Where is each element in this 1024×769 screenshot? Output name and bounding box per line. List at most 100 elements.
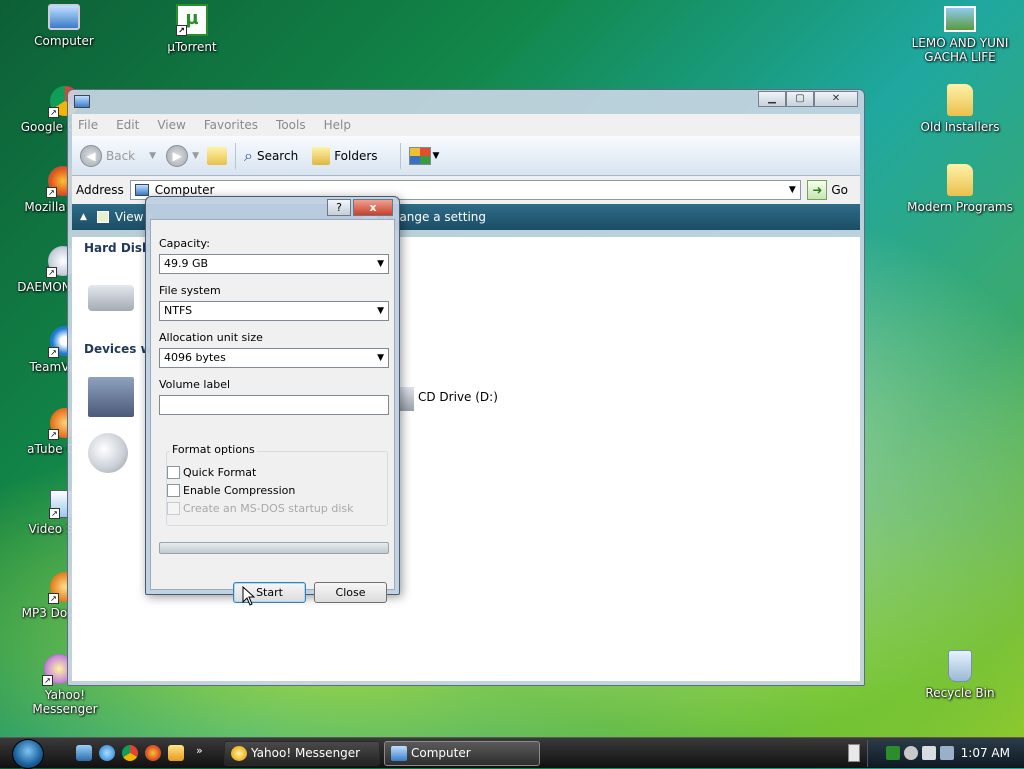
forward-arrow-icon[interactable]: ▶: [166, 144, 189, 167]
menu-tools[interactable]: Tools: [276, 118, 306, 132]
floppy-drive-icon[interactable]: [88, 377, 134, 417]
quick-format-checkbox[interactable]: [167, 466, 180, 479]
search-icon: ⌕: [243, 145, 253, 165]
clock[interactable]: 1:07 AM: [961, 746, 1010, 760]
capacity-select[interactable]: 49.9 GB ▼: [159, 254, 389, 274]
show-desktop-icon[interactable]: [76, 745, 92, 761]
view-info-icon: [96, 211, 109, 223]
folder-icon: [947, 84, 973, 116]
enable-compression-checkbox[interactable]: [167, 484, 180, 497]
address-label: Address: [76, 183, 124, 197]
desktop-icon-recycle-bin[interactable]: Recycle Bin: [912, 650, 1008, 700]
menu-favorites[interactable]: Favorites: [204, 118, 258, 132]
file-system-select[interactable]: NTFS ▼: [159, 301, 389, 321]
firefox-icon[interactable]: [145, 745, 161, 761]
capacity-value: 49.9 GB: [164, 257, 209, 270]
desktop-icon-utorrent[interactable]: µ ↗ µTorrent: [144, 4, 240, 54]
go-arrow-icon[interactable]: ➜: [807, 180, 828, 200]
menu-view[interactable]: View: [157, 118, 185, 132]
format-dialog: ? x Capacity: 49.9 GB ▼ File system NTFS…: [145, 196, 400, 603]
dialog-close-x-button[interactable]: x: [353, 199, 393, 216]
shortcut-arrow-icon: ↗: [42, 675, 53, 686]
taskbar: » Yahoo! Messenger Computer 1:07 AM: [0, 737, 1024, 769]
allocation-unit-label: Allocation unit size: [159, 331, 263, 344]
explorer-toolbar: ◀ Back ▼ ▶ ▼ ⌕ Search Folders ▼: [72, 136, 860, 176]
allocation-unit-select[interactable]: 4096 bytes ▼: [159, 348, 389, 368]
shortcut-arrow-icon: ↗: [48, 107, 59, 118]
chevron-down-icon: ▼: [377, 353, 384, 363]
mouse-pointer-icon: [242, 586, 256, 606]
computer-icon: [48, 4, 80, 30]
utorrent-icon: µ ↗: [176, 4, 208, 36]
menu-help[interactable]: Help: [324, 118, 351, 132]
utorrent-tray-icon[interactable]: [886, 746, 900, 760]
collapse-arrow-icon[interactable]: ▲: [80, 212, 87, 222]
quick-format-option[interactable]: Quick Format: [167, 466, 256, 479]
taskbar-item-label: Computer: [411, 746, 471, 760]
go-button[interactable]: Go: [831, 183, 848, 197]
image-file-icon: [944, 6, 976, 32]
file-system-label: File system: [159, 284, 221, 297]
enable-compression-option[interactable]: Enable Compression: [167, 484, 295, 497]
menu-file[interactable]: File: [78, 118, 98, 132]
chevron-down-icon[interactable]: ▼: [433, 151, 440, 161]
cd-drive-icon[interactable]: [400, 387, 414, 411]
address-value: Computer: [154, 183, 215, 197]
taskbar-item-yahoo-messenger[interactable]: Yahoo! Messenger: [224, 741, 380, 766]
chevron-down-icon[interactable]: ▼: [149, 151, 156, 161]
msdos-startup-option: Create an MS-DOS startup disk: [167, 502, 354, 515]
network-icon[interactable]: [940, 746, 954, 760]
chevron-down-icon: ▼: [377, 259, 384, 269]
chevron-down-icon[interactable]: ▼: [192, 151, 199, 161]
chrome-icon[interactable]: [122, 745, 138, 761]
hard-disk-icon[interactable]: [88, 285, 134, 311]
quick-launch-overflow-icon[interactable]: »: [196, 744, 203, 757]
shortcut-arrow-icon: ↗: [49, 508, 60, 519]
shortcut-arrow-icon: ↗: [46, 187, 57, 198]
shortcut-arrow-icon: ↗: [48, 347, 59, 358]
computer-icon: [74, 95, 90, 108]
desktop-icon-modern-programs[interactable]: Modern Programs: [902, 164, 1018, 214]
format-options-group: Format options Quick Format Enable Compr…: [166, 443, 388, 526]
cd-drive-label[interactable]: CD Drive (D:): [418, 390, 498, 404]
address-dropdown-icon[interactable]: ▼: [784, 181, 800, 199]
volume-icon[interactable]: [922, 746, 936, 760]
help-button[interactable]: ?: [327, 199, 351, 216]
desktop-icon-lemo-gacha[interactable]: LEMO AND YUNI GACHA LIFE: [904, 6, 1016, 64]
msdos-startup-checkbox: [167, 502, 180, 515]
up-folder-icon[interactable]: [206, 146, 227, 165]
start-button[interactable]: [12, 739, 44, 769]
search-button[interactable]: Search: [257, 149, 298, 163]
back-button[interactable]: Back: [106, 149, 135, 163]
computer-icon: [391, 746, 407, 761]
toolbar-separator: [234, 142, 236, 169]
desktop-icon-old-installers[interactable]: Old Installers: [912, 84, 1008, 134]
close-button[interactable]: Close: [314, 582, 387, 603]
yahoo-tray-icon[interactable]: [904, 746, 918, 760]
volume-label-input[interactable]: [159, 395, 389, 415]
folders-button[interactable]: Folders: [334, 149, 377, 163]
quick-format-label: Quick Format: [183, 466, 257, 479]
enable-compression-label: Enable Compression: [183, 484, 296, 497]
yahoo-messenger-icon: [231, 746, 247, 761]
msdos-startup-label: Create an MS-DOS startup disk: [183, 502, 354, 515]
minimize-button[interactable]: ▁: [758, 91, 786, 107]
internet-explorer-icon[interactable]: [99, 745, 115, 761]
toolbar-separator: [399, 142, 401, 169]
allocation-unit-value: 4096 bytes: [164, 351, 226, 364]
menu-edit[interactable]: Edit: [116, 118, 139, 132]
format-progress-bar: [159, 542, 389, 554]
chevron-down-icon: ▼: [377, 306, 384, 316]
dvd-drive-icon[interactable]: [88, 433, 128, 473]
maximize-button[interactable]: ▢: [786, 91, 814, 107]
language-bar-icon[interactable]: [848, 744, 860, 762]
back-arrow-icon[interactable]: ◀: [80, 144, 102, 167]
window-close-button[interactable]: ✕: [814, 91, 858, 107]
taskbar-item-computer[interactable]: Computer: [384, 741, 540, 766]
shortcut-arrow-icon: ↗: [176, 25, 187, 36]
desktop-icon-computer[interactable]: Computer: [16, 4, 112, 48]
format-options-label: Format options: [170, 443, 257, 456]
media-player-icon[interactable]: [168, 745, 184, 761]
views-icon[interactable]: [408, 146, 431, 165]
explorer-titlebar[interactable]: ▁ ▢ ✕: [68, 90, 864, 114]
